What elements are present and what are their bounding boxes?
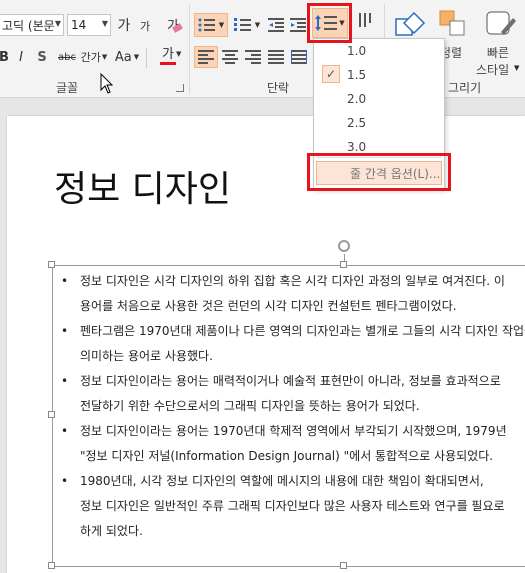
bullet-item: 펜타그램은 1970년대 제품이나 다른 영역의 디자인과는 별개로 그들의 시…	[57, 319, 525, 344]
strikethrough-button[interactable]: abc	[56, 46, 78, 68]
bullet-continuation: 하게 되었다.	[80, 524, 143, 538]
drawing-group-label: 그리기	[448, 81, 482, 95]
chevron-down-icon: ▼	[101, 53, 108, 61]
italic-button[interactable]: I	[14, 46, 28, 68]
bullet-item: 정보 디자인이라는 용어는 매력적이거나 예술적 표현만이 아니라, 정보를 효…	[57, 369, 525, 394]
chevron-down-icon: ▼	[218, 21, 225, 29]
resize-handle-bottom-left[interactable]	[48, 562, 55, 569]
strike-label: abc	[58, 51, 76, 63]
character-spacing-button[interactable]: 간가 ▼	[80, 46, 108, 68]
font-grow-button[interactable]: 가	[115, 14, 133, 36]
decrease-indent-icon	[268, 18, 284, 32]
bullets-icon	[198, 18, 215, 32]
font-color-bar	[160, 62, 176, 65]
shadow-button[interactable]: S	[34, 46, 50, 68]
highlight-box-line-spacing-button	[307, 3, 352, 43]
case-label: Aa	[114, 49, 132, 65]
paragraph-group-label: 단락	[267, 81, 290, 95]
font-grow-label: 가	[117, 18, 131, 34]
font-color-button[interactable]: 가 ▼	[152, 44, 184, 68]
align-right-icon	[245, 50, 261, 64]
chevron-down-icon: ▼	[514, 64, 520, 72]
mouse-cursor-icon	[100, 73, 114, 94]
numbering-icon	[233, 18, 251, 31]
line-spacing-option-2-0[interactable]: 2.0	[314, 87, 444, 111]
shadow-label: S	[37, 49, 47, 65]
increase-indent-icon	[290, 18, 306, 32]
bullet-continuation: 정보 디자인은 일반적인 주류 그래픽 디자인보다 많은 사용자 테스트와 연구…	[80, 499, 505, 513]
bullet-item: 정보 디자인이라는 용어는 1970년대 학제적 영역에서 부각되기 시작했으며…	[57, 419, 525, 444]
distributed-icon	[291, 50, 307, 64]
chevron-down-icon: ▼	[101, 19, 108, 28]
clear-formatting-button[interactable]: 가	[162, 12, 184, 36]
group-separator	[189, 4, 190, 94]
bullet-continuation: 전달하기 위한 수단으로서의 그래픽 디자인을 뜻하는 용어가 되었다.	[80, 399, 420, 413]
resize-handle-top-left[interactable]	[48, 261, 55, 268]
line-spacing-option-1-5[interactable]: ✓ 1.5	[314, 63, 444, 87]
quick-styles-button[interactable]	[480, 6, 520, 42]
bullet-continuation: "정보 디자인 저널(Information Design Journal) "…	[80, 449, 494, 463]
text-direction-button[interactable]	[352, 8, 378, 32]
numbering-button[interactable]: ▼	[230, 13, 264, 37]
separator	[146, 48, 147, 68]
highlight-box-line-spacing-options	[307, 153, 451, 191]
slide-title[interactable]: 정보 디자인	[54, 160, 231, 212]
bullet-item: 1980년대, 시각 정보 디자인의 역할에 메시지의 내용에 대한 책임이 확…	[57, 469, 525, 494]
arrange-icon	[439, 10, 465, 36]
font-color-label: 가	[162, 47, 174, 62]
checkmark-icon: ✓	[322, 65, 340, 83]
chevron-down-icon: ▼	[54, 19, 61, 28]
font-size-combo[interactable]: 14 ▼	[67, 14, 111, 36]
text-direction-icon	[359, 13, 371, 27]
bold-button[interactable]: B	[0, 46, 12, 68]
bold-label: B	[0, 49, 9, 65]
quick-styles-label-line2: 스타일	[476, 63, 510, 77]
chevron-down-icon: ▼	[254, 21, 261, 29]
align-left-button[interactable]	[194, 46, 218, 68]
option-label: 1.0	[347, 44, 367, 58]
bullet-continuation: 의미하는 용어로 사용했다.	[80, 349, 213, 363]
align-right-button[interactable]	[242, 46, 264, 68]
font-dialog-launcher-icon[interactable]	[176, 84, 184, 92]
bullet-list[interactable]: 정보 디자인은 시각 디자인의 하위 집합 혹은 시각 디자인 과정의 일부로 …	[57, 269, 525, 544]
resize-handle-top[interactable]	[340, 261, 347, 268]
decrease-indent-button[interactable]	[266, 13, 286, 37]
chevron-down-icon: ▼	[133, 53, 140, 61]
spacing-label: 간가	[80, 51, 101, 64]
distributed-button[interactable]	[288, 46, 310, 68]
option-label: 3.0	[347, 140, 367, 154]
option-label: 1.5	[347, 68, 367, 82]
quick-styles-label-line1: 빠른	[487, 46, 510, 60]
option-label: 2.0	[347, 92, 367, 106]
resize-handle-bottom[interactable]	[340, 562, 347, 569]
italic-label: I	[19, 49, 23, 65]
font-shrink-button[interactable]: 가	[137, 16, 153, 36]
arrange-button[interactable]	[434, 6, 472, 42]
quick-styles-icon	[486, 11, 516, 35]
ribbon: 고딕 (본문 ▼ 14 ▼ 가 가 가 B I S abc 간가 ▼ Aa ▼ …	[0, 0, 525, 98]
align-center-icon	[222, 50, 238, 64]
align-left-icon	[198, 50, 214, 64]
bullets-button[interactable]: ▼	[194, 13, 228, 37]
justify-icon	[268, 50, 284, 64]
shapes-button[interactable]	[392, 6, 430, 42]
increase-indent-button[interactable]	[288, 13, 308, 37]
font-shrink-label: 가	[139, 20, 151, 33]
rotate-handle-icon[interactable]	[338, 240, 350, 252]
line-spacing-option-2-5[interactable]: 2.5	[314, 111, 444, 135]
font-group-label: 글꼴	[56, 81, 79, 95]
font-name-combo[interactable]: 고딕 (본문 ▼	[0, 14, 64, 36]
bullet-continuation: 용어를 처음으로 사용한 것은 런던의 시각 디자인 컨설턴트 펜타그램이었다.	[80, 299, 457, 313]
option-label: 2.5	[347, 116, 367, 130]
bullet-item: 정보 디자인은 시각 디자인의 하위 집합 혹은 시각 디자인 과정의 일부로 …	[57, 269, 525, 294]
resize-handle-left[interactable]	[48, 411, 55, 418]
chevron-down-icon: ▼	[176, 50, 182, 58]
align-center-button[interactable]	[219, 46, 241, 68]
font-size-value: 14	[71, 18, 87, 32]
justify-button[interactable]	[265, 46, 287, 68]
change-case-button[interactable]: Aa ▼	[112, 46, 142, 68]
shapes-icon	[395, 11, 426, 36]
font-name-value: 고딕 (본문	[2, 18, 55, 33]
